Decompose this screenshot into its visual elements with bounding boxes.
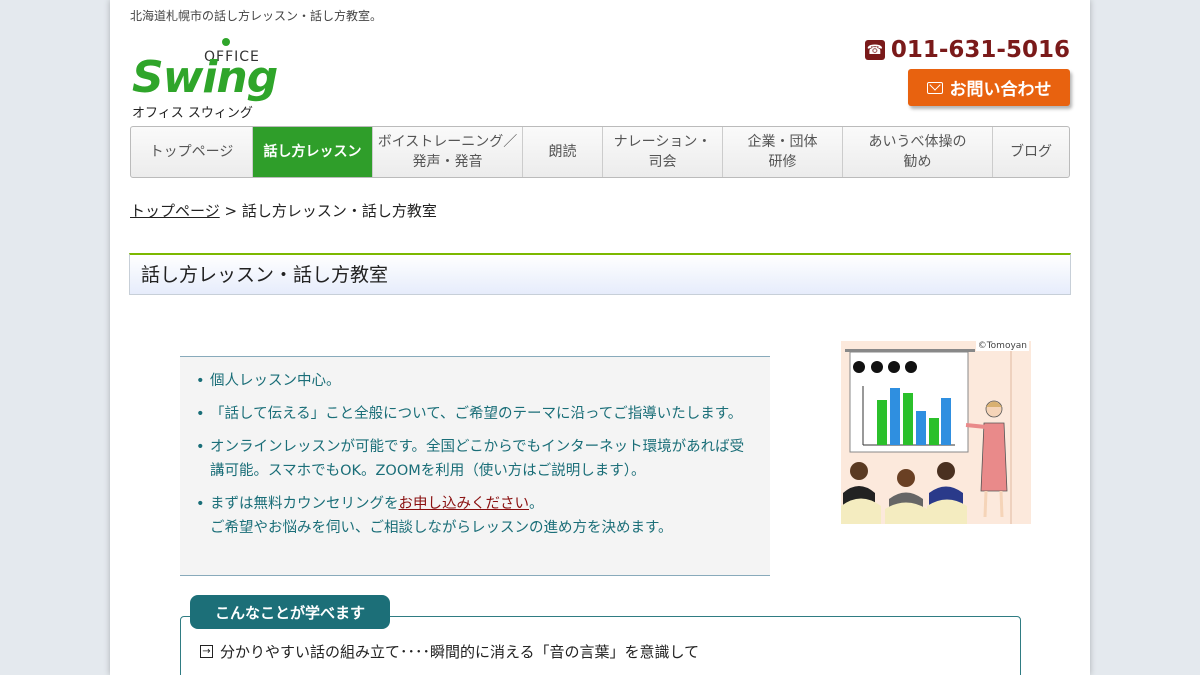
nav-item-reading[interactable]: 朗読 bbox=[523, 127, 603, 177]
phone-icon: ☎ bbox=[864, 40, 885, 60]
page: 北海道札幌市の話し方レッスン・話し方教室。 OFFICE Swing オフィス … bbox=[110, 0, 1090, 675]
logo-kana: オフィス スウィング bbox=[132, 106, 253, 121]
mail-icon bbox=[926, 81, 943, 94]
logo-dot bbox=[222, 38, 230, 46]
nav-item-speaking[interactable]: 話し方レッスン bbox=[253, 127, 373, 177]
nav-label-voice-training: ボイストレーニング／発声・発音 bbox=[377, 134, 518, 170]
list-item: オンラインレッスンが可能です。全国どこからでもインターネット環境があれば受講可能… bbox=[196, 435, 752, 483]
breadcrumb-current: 話し方レッスン・話し方教室 bbox=[241, 202, 437, 220]
nav-item-narration[interactable]: ナレーション・司会 bbox=[603, 127, 723, 177]
nav-label-corporate: 企業・団体研修 bbox=[747, 134, 818, 170]
counseling-line2: ご希望やお悩みを伺い、ご相談しながらレッスンの進め方を決めます。 bbox=[210, 520, 673, 536]
tagline: 北海道札幌市の話し方レッスン・話し方教室。 bbox=[130, 9, 383, 23]
contact-label: お問い合わせ bbox=[949, 80, 1052, 100]
illustration-credit: ©Tomoyan bbox=[975, 341, 1029, 351]
page-title: 話し方レッスン・話し方教室 bbox=[129, 253, 1071, 295]
nav-label-narration: ナレーション・司会 bbox=[613, 134, 712, 170]
breadcrumb: トップページ > 話し方レッスン・話し方教室 bbox=[130, 200, 437, 221]
nav-item-corporate[interactable]: 企業・団体研修 bbox=[723, 127, 843, 177]
counseling-suffix: 。 bbox=[529, 496, 544, 512]
nav-item-aiube[interactable]: あいうべ体操の勧め bbox=[843, 127, 993, 177]
learn-item-text: 分かりやすい話の組み立て････瞬間的に消える「音の言葉」を意識して bbox=[220, 643, 700, 661]
nav-label-aiube: あいうべ体操の勧め bbox=[868, 134, 967, 170]
logo[interactable]: OFFICE Swing オフィス スウィング bbox=[132, 38, 292, 121]
global-nav: トップページ 話し方レッスン ボイストレーニング／発声・発音 朗読 ナレーション… bbox=[130, 126, 1070, 178]
phone-text: 011-631-5016 bbox=[890, 37, 1070, 63]
list-item: まずは無料カウンセリングをお申し込みください。 ご希望やお悩みを伺い、ご相談しな… bbox=[196, 492, 752, 540]
list-item: 「話して伝える」こと全般について、ご希望のテーマに沿ってご指導いたします。 bbox=[196, 402, 752, 426]
logo-swing: Swing bbox=[132, 52, 278, 103]
breadcrumb-separator: > bbox=[224, 202, 238, 220]
presentation-illustration-svg bbox=[841, 341, 1031, 524]
list-item: 個人レッスン中心。 bbox=[196, 369, 752, 393]
counseling-prefix: まずは無料カウンセリングを bbox=[210, 496, 399, 512]
nav-item-blog[interactable]: ブログ bbox=[993, 127, 1069, 177]
arrow-right-icon: → bbox=[200, 645, 213, 658]
nav-item-top[interactable]: トップページ bbox=[131, 127, 253, 177]
breadcrumb-home[interactable]: トップページ bbox=[130, 202, 220, 220]
contact-button[interactable]: お問い合わせ bbox=[908, 69, 1070, 106]
apply-link[interactable]: お申し込みください bbox=[399, 496, 530, 512]
presentation-illustration: ©Tomoyan bbox=[841, 341, 1031, 524]
nav-item-voice-training[interactable]: ボイストレーニング／発声・発音 bbox=[373, 127, 523, 177]
learn-item: → 分かりやすい話の組み立て････瞬間的に消える「音の言葉」を意識して bbox=[200, 641, 699, 662]
learn-tab: こんなことが学べます bbox=[190, 595, 390, 629]
feature-list: 個人レッスン中心。 「話して伝える」こと全般について、ご希望のテーマに沿ってご指… bbox=[180, 356, 770, 576]
phone-number[interactable]: ☎ 011-631-5016 bbox=[864, 37, 1070, 63]
